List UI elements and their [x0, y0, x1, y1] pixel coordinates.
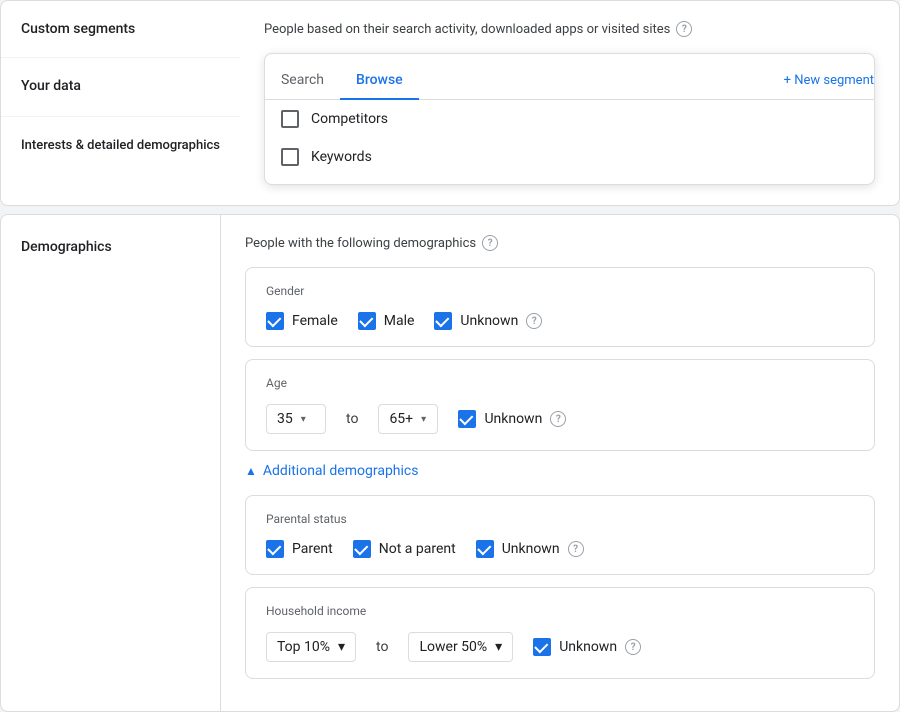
demographics-left: Demographics — [1, 215, 221, 711]
age-unknown-help-icon[interactable]: ? — [550, 411, 566, 427]
page-wrapper: Custom segments Your data Interests & de… — [0, 0, 900, 712]
male-label: Male — [384, 313, 415, 329]
household-income-card: Household income Top 10% ▾ to Lower 50% … — [245, 587, 875, 679]
keywords-label: Keywords — [311, 149, 372, 165]
competitors-checkbox[interactable] — [281, 110, 299, 128]
custom-segments-title: Custom segments — [21, 21, 220, 37]
your-data-title: Your data — [21, 78, 220, 94]
age-title: Age — [266, 376, 854, 390]
parental-unknown-checkbox[interactable] — [476, 540, 494, 558]
parent-label: Parent — [292, 541, 333, 557]
age-from-dropdown[interactable]: 35 ▾ — [266, 404, 326, 434]
gender-options: Female Male Unknown ? — [266, 312, 854, 330]
chevron-up-icon: ▲ — [245, 464, 257, 478]
demographics-description: People with the following demographics ? — [245, 235, 875, 251]
additional-demographics-label: Additional demographics — [263, 463, 419, 479]
competitors-label: Competitors — [311, 111, 388, 127]
hh-from-chevron: ▾ — [338, 639, 345, 655]
hh-to-text: to — [376, 639, 388, 655]
gender-unknown-help-icon[interactable]: ? — [526, 313, 542, 329]
gender-male[interactable]: Male — [358, 312, 415, 330]
your-data-sidebar[interactable]: Your data — [1, 58, 240, 116]
hh-unknown-label: Unknown — [559, 639, 617, 655]
hh-to-chevron: ▾ — [495, 639, 502, 655]
not-parent-checkbox[interactable] — [353, 540, 371, 558]
gender-unknown-label: Unknown — [460, 313, 518, 329]
gender-unknown-checkbox[interactable] — [434, 312, 452, 330]
gender-unknown[interactable]: Unknown ? — [434, 312, 542, 330]
parent-checkbox[interactable] — [266, 540, 284, 558]
hh-unknown[interactable]: Unknown ? — [533, 638, 641, 656]
keywords-item[interactable]: Keywords — [265, 138, 874, 176]
not-parent-label: Not a parent — [379, 541, 456, 557]
age-to-text: to — [346, 411, 358, 427]
custom-segments-section: Custom segments Your data Interests & de… — [0, 0, 900, 206]
female-label: Female — [292, 313, 338, 329]
gender-title: Gender — [266, 284, 854, 298]
age-unknown-label: Unknown — [484, 411, 542, 427]
hh-from-dropdown[interactable]: Top 10% ▾ — [266, 632, 356, 662]
parental-unknown-help-icon[interactable]: ? — [568, 541, 584, 557]
age-unknown[interactable]: Unknown ? — [458, 410, 566, 428]
segments-tabs: Search Browse + New segment — [265, 62, 874, 100]
demographics-help-icon[interactable]: ? — [482, 235, 498, 251]
hh-unknown-help-icon[interactable]: ? — [625, 639, 641, 655]
household-income-row: Top 10% ▾ to Lower 50% ▾ Unknown ? — [266, 632, 854, 662]
age-to-dropdown[interactable]: 65+ ▾ — [378, 404, 438, 434]
household-income-title: Household income — [266, 604, 854, 618]
demographics-title: Demographics — [21, 239, 200, 255]
age-to-chevron: ▾ — [421, 414, 426, 425]
parental-status-title: Parental status — [266, 512, 854, 526]
parental-status-card: Parental status Parent Not a parent Unkn… — [245, 495, 875, 575]
custom-segments-sidebar: Custom segments — [1, 1, 240, 57]
parental-status-options: Parent Not a parent Unknown ? — [266, 540, 854, 558]
left-sidebar: Custom segments Your data Interests & de… — [1, 1, 240, 205]
parental-not-parent[interactable]: Not a parent — [353, 540, 456, 558]
parental-parent[interactable]: Parent — [266, 540, 333, 558]
female-checkbox[interactable] — [266, 312, 284, 330]
gender-card: Gender Female Male Unknown ? — [245, 267, 875, 347]
age-from-chevron: ▾ — [301, 414, 306, 425]
competitors-item[interactable]: Competitors — [265, 100, 874, 138]
hh-unknown-checkbox[interactable] — [533, 638, 551, 656]
parental-unknown[interactable]: Unknown ? — [476, 540, 584, 558]
tab-browse[interactable]: Browse — [340, 62, 419, 100]
keywords-checkbox[interactable] — [281, 148, 299, 166]
age-row: 35 ▾ to 65+ ▾ Unknown ? — [266, 404, 854, 434]
custom-segments-description: People based on their search activity, d… — [264, 21, 875, 37]
demographics-section: Demographics People with the following d… — [0, 214, 900, 712]
age-card: Age 35 ▾ to 65+ ▾ Unknown ? — [245, 359, 875, 451]
interests-sidebar[interactable]: Interests & detailed demographics — [1, 117, 240, 175]
gender-female[interactable]: Female — [266, 312, 338, 330]
interests-title: Interests & detailed demographics — [21, 137, 220, 155]
hh-to-dropdown[interactable]: Lower 50% ▾ — [408, 632, 513, 662]
age-unknown-checkbox[interactable] — [458, 410, 476, 428]
demographics-right: People with the following demographics ?… — [221, 215, 899, 711]
tab-search[interactable]: Search — [265, 62, 340, 100]
segments-dropdown-card: Search Browse + New segment Competitors … — [264, 53, 875, 185]
description-help-icon[interactable]: ? — [676, 21, 692, 37]
custom-segments-right: People based on their search activity, d… — [240, 1, 899, 205]
male-checkbox[interactable] — [358, 312, 376, 330]
parental-unknown-label: Unknown — [502, 541, 560, 557]
additional-demographics-toggle[interactable]: ▲ Additional demographics — [245, 463, 875, 479]
new-segment-link[interactable]: + New segment — [784, 63, 874, 98]
